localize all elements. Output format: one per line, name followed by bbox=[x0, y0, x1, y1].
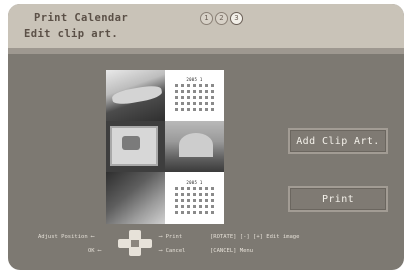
print-button[interactable]: Print bbox=[288, 186, 388, 212]
add-clip-art-button[interactable]: Add Clip Art. bbox=[288, 128, 388, 154]
adjust-position-label: Adjust Position ⟵ bbox=[38, 234, 95, 240]
calendar-grid bbox=[174, 186, 215, 217]
step-3-icon: 3 bbox=[230, 12, 243, 25]
page-subtitle: Edit clip art. bbox=[24, 28, 119, 40]
clip-art-photo-1[interactable] bbox=[106, 70, 165, 121]
clip-art-photo-3[interactable] bbox=[165, 121, 224, 172]
page-title: Print Calendar bbox=[34, 12, 129, 24]
step-1-icon: 1 bbox=[200, 12, 213, 25]
step-2-icon: 2 bbox=[215, 12, 228, 25]
calendar-month-label: 2005 1 bbox=[186, 77, 203, 82]
print-calendar-screen: Print Calendar Edit clip art. 1 2 3 2005… bbox=[8, 4, 404, 270]
calendar-grid bbox=[174, 84, 215, 114]
rotate-edit-hint: [ROTATE] [-] [+] Edit image bbox=[210, 234, 300, 240]
calendar-month-label: 2005 1 bbox=[186, 179, 203, 185]
photo-frame bbox=[110, 126, 158, 166]
dpad-icon bbox=[116, 229, 154, 257]
control-guide: Adjust Position ⟵ OK ⟵ ⟶ Print ⟶ Cancel … bbox=[8, 226, 404, 270]
calendar-page-1: 2005 1 bbox=[165, 70, 224, 121]
calendar-preview: 2005 1 2005 1 bbox=[106, 70, 224, 224]
cancel-menu-hint: [CANCEL] Menu bbox=[210, 248, 254, 254]
clip-art-photo-2[interactable] bbox=[106, 121, 165, 172]
clip-art-photo-4[interactable] bbox=[106, 172, 165, 224]
cancel-hint: ⟶ Cancel bbox=[159, 248, 186, 254]
ok-label: OK ⟵ bbox=[88, 248, 102, 254]
print-hint: ⟶ Print bbox=[159, 234, 183, 240]
header-divider bbox=[8, 48, 404, 54]
step-indicator: 1 2 3 bbox=[200, 12, 243, 25]
calendar-page-2: 2005 1 bbox=[165, 172, 224, 224]
header-bar: Print Calendar Edit clip art. 1 2 3 bbox=[8, 4, 404, 48]
